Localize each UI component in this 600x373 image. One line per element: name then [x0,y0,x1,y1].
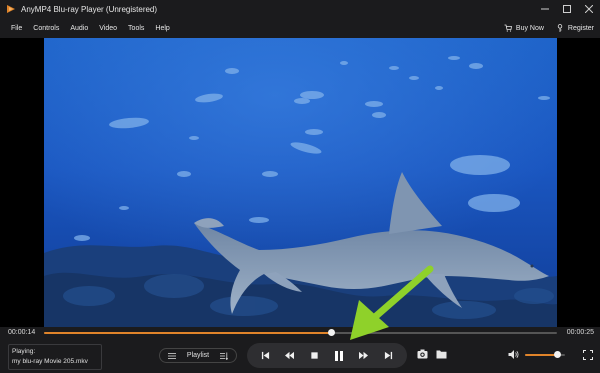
stop-icon [311,352,318,359]
app-logo-icon [7,5,15,13]
stop-button[interactable] [308,349,322,363]
pause-icon [335,350,344,361]
minimize-icon [541,8,549,10]
window-controls [534,0,600,18]
buy-now-button[interactable]: Buy Now [504,24,544,32]
now-playing-label: Playing: [12,348,36,355]
video-area[interactable] [0,38,600,327]
window-title: AnyMP4 Blu-ray Player (Unregistered) [21,4,158,14]
skip-previous-icon [261,351,269,360]
volume-fill [525,353,557,356]
maximize-icon [563,5,571,13]
progress-fill [44,332,332,334]
current-time: 00:00:14 [8,329,36,336]
pause-button[interactable] [332,349,346,363]
extra-controls [417,349,447,359]
fast-forward-icon [359,351,369,360]
menu-file[interactable]: File [11,25,22,32]
key-icon [557,24,563,32]
menu-controls[interactable]: Controls [33,25,59,32]
playlist-label: Playlist [186,352,210,359]
menu-tools[interactable]: Tools [128,25,144,32]
snapshot-icon[interactable] [417,349,428,359]
next-button[interactable] [382,349,396,363]
menu-help[interactable]: Help [155,25,169,32]
video-frame[interactable] [44,38,557,327]
register-label: Register [567,24,594,32]
transport-controls [247,343,407,368]
maximize-button[interactable] [556,0,578,18]
menu-audio[interactable]: Audio [70,25,88,32]
rewind-button[interactable] [283,349,297,363]
volume-slider[interactable] [525,350,565,358]
menu-bar: File Controls Audio Video Tools Help Buy… [0,19,600,37]
previous-button[interactable] [258,349,272,363]
volume-control [508,349,565,360]
speaker-icon[interactable] [508,349,519,360]
skip-next-icon [385,351,393,360]
now-playing-file: my blu-ray Movie 205.mkv [12,358,88,365]
now-playing-panel: Playing: my blu-ray Movie 205.mkv [8,344,102,370]
rewind-icon [285,351,295,360]
title-bar: AnyMP4 Blu-ray Player (Unregistered) [0,0,600,18]
volume-handle[interactable] [554,350,561,358]
progress-handle[interactable] [328,329,336,336]
underwater-shark-scene [44,38,557,327]
close-button[interactable] [578,0,600,18]
playlist-button[interactable]: Playlist [159,348,237,363]
minimize-button[interactable] [534,0,556,18]
menu-lines-icon [168,352,176,359]
close-icon [585,5,593,13]
fast-forward-button[interactable] [357,349,371,363]
menu-video[interactable]: Video [99,25,117,32]
buy-now-label: Buy Now [515,24,544,32]
fullscreen-icon[interactable] [583,350,593,360]
open-folder-icon[interactable] [436,349,447,359]
register-button[interactable]: Register [556,24,594,32]
progress-bar[interactable] [44,329,557,336]
cart-icon [504,24,512,32]
total-time: 00:00:25 [566,329,594,336]
sort-list-icon [220,352,228,360]
